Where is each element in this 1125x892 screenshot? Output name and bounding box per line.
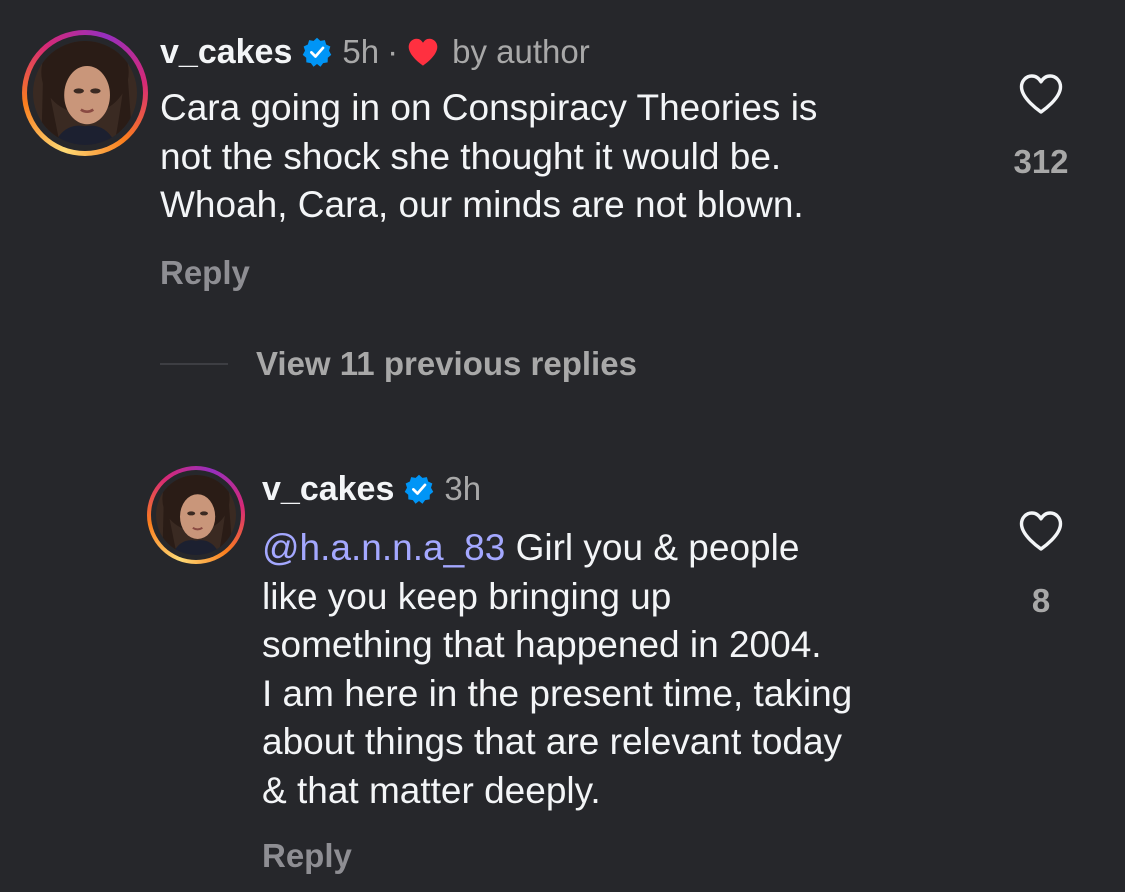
comment-text: Cara going in on Conspiracy Theories is … [160,87,818,225]
reply-button[interactable]: Reply [262,837,352,875]
timestamp: 5h [342,33,380,70]
heart-outline-icon [1019,74,1063,114]
story-ring[interactable] [22,30,148,156]
like-button[interactable] [1017,72,1065,116]
like-count: 312 [1013,143,1069,180]
heart-outline-icon [1019,511,1063,551]
reply-text: @h.a.n.n.a_83 Girl you & people like you… [262,524,1002,815]
divider-line [160,363,228,365]
view-replies-label: View 11 previous replies [256,345,637,382]
timestamp: 3h [444,470,482,507]
username[interactable]: v_cakes [160,33,292,72]
separator: · [387,33,399,70]
reply-body: Girl you & people like you keep bringing… [262,527,853,811]
verified-badge-icon [404,474,434,504]
like-button[interactable] [1017,509,1065,553]
reply-button[interactable]: Reply [160,254,250,292]
heart-filled-icon [406,37,440,67]
avatar [156,475,236,555]
like-count: 8 [1031,582,1051,619]
avatar [33,41,137,145]
mention-link[interactable]: @h.a.n.n.a_83 [262,527,505,568]
verified-badge-icon [302,37,332,67]
view-previous-replies-button[interactable]: View 11 previous replies [160,345,637,383]
username[interactable]: v_cakes [262,470,394,509]
liked-by-author-label: by author [452,33,590,70]
story-ring[interactable] [147,466,245,564]
